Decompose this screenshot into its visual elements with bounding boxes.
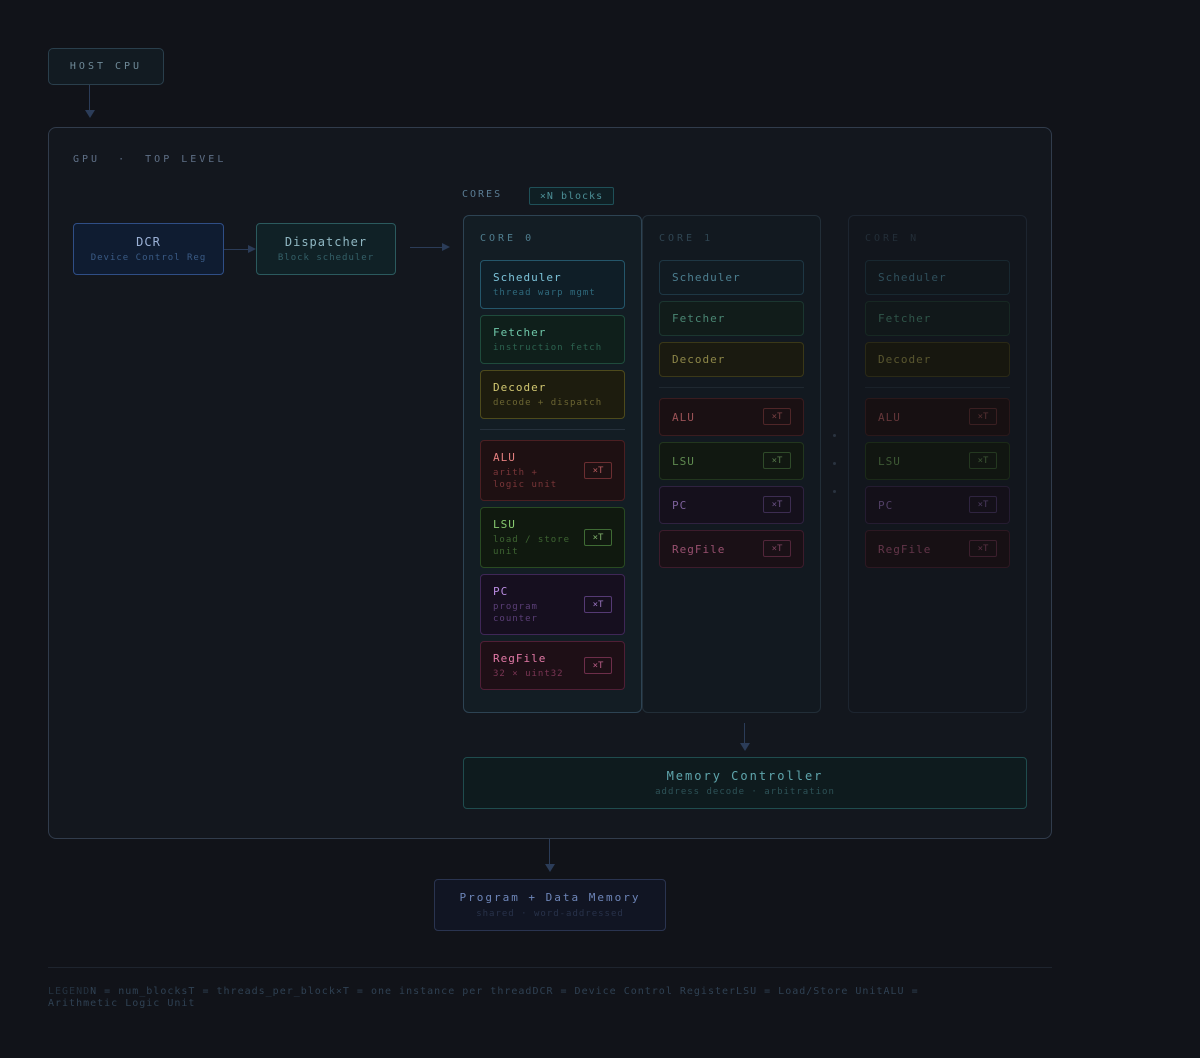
- unit-name: Fetcher: [878, 312, 932, 325]
- dispatcher-desc: Block scheduler: [277, 253, 375, 263]
- core-n-alu-per-thread-badge: ×T: [969, 408, 997, 425]
- cores-label: CORES: [462, 189, 503, 200]
- unit-name: Fetcher: [672, 312, 726, 325]
- ellipsis-dot: [833, 434, 836, 437]
- gpu-title: GPU · TOP LEVEL: [73, 154, 227, 165]
- legend-item: ×T = one instance per thread: [335, 986, 533, 997]
- host-cpu-block: HOST CPU: [48, 48, 164, 85]
- core-1-lsu-per-thread-badge: ×T: [763, 452, 791, 469]
- legend-item: DCR = Device Control Register: [532, 986, 737, 997]
- dcr-name: DCR: [136, 235, 161, 249]
- unit-desc: program counter: [493, 602, 538, 624]
- dcr-desc: Device Control Reg: [90, 253, 207, 263]
- core-0-separator: [480, 429, 625, 430]
- program-data-memory-block: Program + Data Memory shared · word-addr…: [434, 879, 666, 931]
- core-0-alu-per-thread-badge: ×T: [584, 462, 612, 479]
- memory-controller-name: Memory Controller: [666, 769, 824, 783]
- core-0-lsu-per-thread-badge: ×T: [584, 529, 612, 546]
- legend: LEGENDN = num_blocksT = threads_per_bloc…: [48, 986, 948, 1010]
- dcr-to-dispatcher-arrowhead: [248, 245, 256, 253]
- unit-desc: thread warp mgmt: [493, 288, 596, 298]
- core-0-decoder: Decoder decode + dispatch: [480, 370, 625, 419]
- core-1-label: CORE 1: [659, 233, 714, 244]
- unit-desc: decode + dispatch: [493, 398, 603, 408]
- core-n-decoder: Decoder: [865, 342, 1010, 377]
- legend-item: T = threads_per_block: [188, 986, 336, 997]
- cores-to-memctl-arrowhead: [740, 743, 750, 751]
- dcr-to-dispatcher-line: [224, 249, 248, 250]
- dispatcher-to-cores-line: [410, 247, 442, 248]
- unit-name: Decoder: [878, 353, 932, 366]
- core-1-fetcher: Fetcher: [659, 301, 804, 336]
- unit-name: Scheduler: [493, 271, 562, 284]
- core-1-regfile-per-thread-badge: ×T: [763, 540, 791, 557]
- core-1-scheduler: Scheduler: [659, 260, 804, 295]
- unit-name: Scheduler: [878, 271, 947, 284]
- core-0-label: CORE 0: [480, 233, 535, 244]
- memory-controller-block: Memory Controller address decode · arbit…: [463, 757, 1027, 809]
- gpu-to-memory-arrowhead: [545, 864, 555, 872]
- unit-name: Decoder: [672, 353, 726, 366]
- core-0-regfile-per-thread-badge: ×T: [584, 657, 612, 674]
- core-n-separator: [865, 387, 1010, 388]
- legend-item: LSU = Load/Store Unit: [736, 986, 884, 997]
- core-0-scheduler: Scheduler thread warp mgmt: [480, 260, 625, 309]
- cores-to-memctl-line: [744, 723, 745, 743]
- dcr-block: DCR Device Control Reg: [73, 223, 224, 275]
- core-n-regfile-per-thread-badge: ×T: [969, 540, 997, 557]
- dispatcher-block: Dispatcher Block scheduler: [256, 223, 396, 275]
- dispatcher-to-cores-arrowhead: [442, 243, 450, 251]
- legend-title: LEGEND: [48, 986, 91, 997]
- n-blocks-badge: ×N blocks: [529, 187, 614, 205]
- core-n-label: CORE N: [865, 233, 920, 244]
- legend-item: N = num_blocks: [90, 986, 189, 997]
- memory-controller-desc: address decode · arbitration: [655, 787, 835, 797]
- core-1-alu-per-thread-badge: ×T: [763, 408, 791, 425]
- unit-desc: instruction fetch: [493, 343, 603, 353]
- unit-name: Scheduler: [672, 271, 741, 284]
- core-1-pc-per-thread-badge: ×T: [763, 496, 791, 513]
- dispatcher-name: Dispatcher: [284, 235, 368, 249]
- core-0-fetcher: Fetcher instruction fetch: [480, 315, 625, 364]
- unit-name: Fetcher: [493, 326, 547, 339]
- legend-divider: [48, 967, 1052, 968]
- program-memory-name: Program + Data Memory: [459, 891, 641, 904]
- core-n-scheduler: Scheduler: [865, 260, 1010, 295]
- core-n-pc-per-thread-badge: ×T: [969, 496, 997, 513]
- ellipsis-dot: [833, 490, 836, 493]
- host-to-gpu-line: [89, 85, 90, 110]
- unit-desc: load / store unit: [493, 535, 571, 557]
- gpu-to-memory-line: [549, 839, 550, 864]
- unit-name: Decoder: [493, 381, 547, 394]
- core-n-lsu-per-thread-badge: ×T: [969, 452, 997, 469]
- core-0-pc-per-thread-badge: ×T: [584, 596, 612, 613]
- program-memory-desc: shared · word-addressed: [476, 909, 624, 919]
- unit-desc: arith + logic unit: [493, 468, 558, 490]
- core-n-fetcher: Fetcher: [865, 301, 1010, 336]
- ellipsis-dot: [833, 462, 836, 465]
- core-1-separator: [659, 387, 804, 388]
- core-1-decoder: Decoder: [659, 342, 804, 377]
- host-to-gpu-arrowhead: [85, 110, 95, 118]
